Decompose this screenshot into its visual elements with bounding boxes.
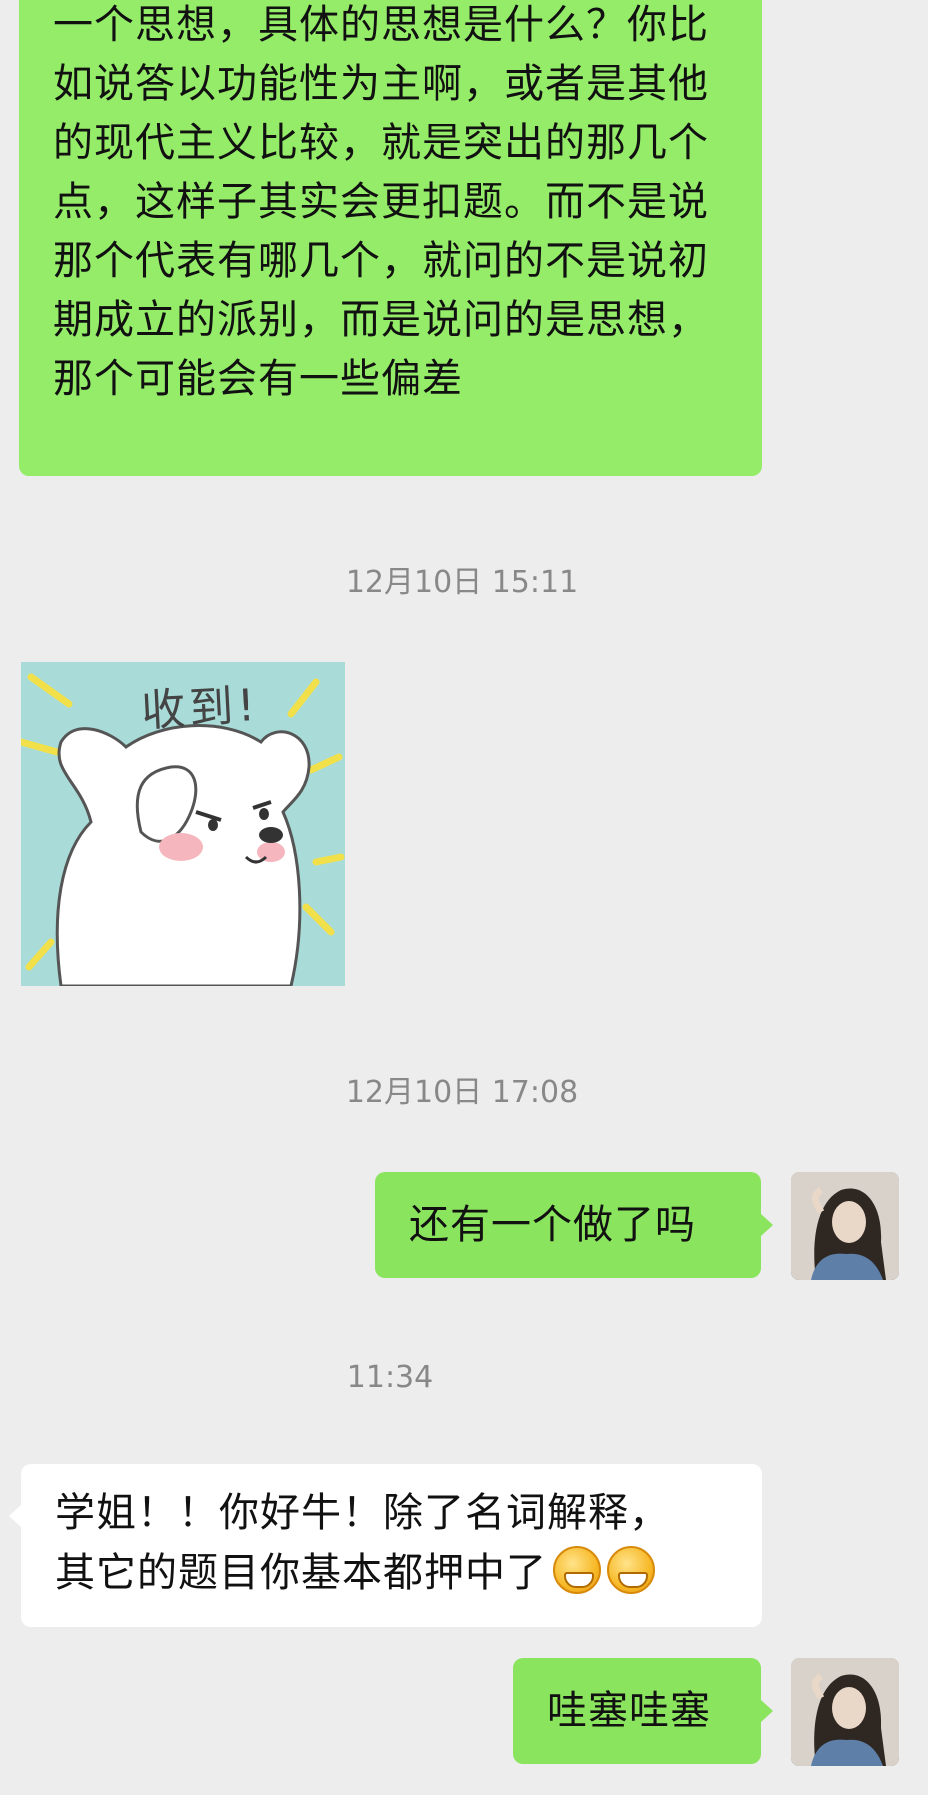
avatar-photo <box>791 1658 899 1766</box>
message-bubble-outgoing[interactable]: 还有一个做了吗 <box>375 1172 761 1278</box>
bubble-tail <box>761 1214 773 1236</box>
message-line-2: 其它的题目你基本都押中了 <box>55 1544 655 1603</box>
message-bubble-incoming[interactable]: 学姐！！你好牛！除了名词解释， 其它的题目你基本都押中了 <box>21 1464 762 1627</box>
bubble-tail <box>761 1700 773 1722</box>
message-text: 还有一个做了吗 <box>409 1202 696 1248</box>
message-bubble-long[interactable]: 一个思想，具体的思想是什么？你比如说答以功能性为主啊，或者是其他的现代主义比较，… <box>19 0 762 476</box>
bubble-tail <box>9 1505 21 1527</box>
message-text-line-2: 其它的题目你基本都押中了 <box>55 1550 547 1596</box>
grimace-emoji-icon <box>553 1546 601 1594</box>
sticker-image[interactable]: 收到! <box>21 662 345 986</box>
timestamp: 12月10日 17:08 <box>345 1075 579 1110</box>
timestamp: 12月10日 15:11 <box>345 565 579 600</box>
user-avatar[interactable] <box>791 1658 899 1766</box>
message-bubble-outgoing[interactable]: 哇塞哇塞 <box>513 1658 761 1764</box>
message-text: 一个思想，具体的思想是什么？你比如说答以功能性为主啊，或者是其他的现代主义比较，… <box>53 2 709 402</box>
grimace-emoji-icon <box>607 1546 655 1594</box>
message-text: 哇塞哇塞 <box>547 1688 711 1734</box>
avatar-photo <box>791 1172 899 1280</box>
timestamp: 11:34 <box>346 1360 434 1395</box>
message-text-line-1: 学姐！！你好牛！除了名词解释， <box>55 1490 670 1536</box>
sticker-caption: 收到! <box>139 679 261 738</box>
chat-window: 一个思想，具体的思想是什么？你比如说答以功能性为主啊，或者是其他的现代主义比较，… <box>0 0 928 1795</box>
user-avatar[interactable] <box>791 1172 899 1280</box>
